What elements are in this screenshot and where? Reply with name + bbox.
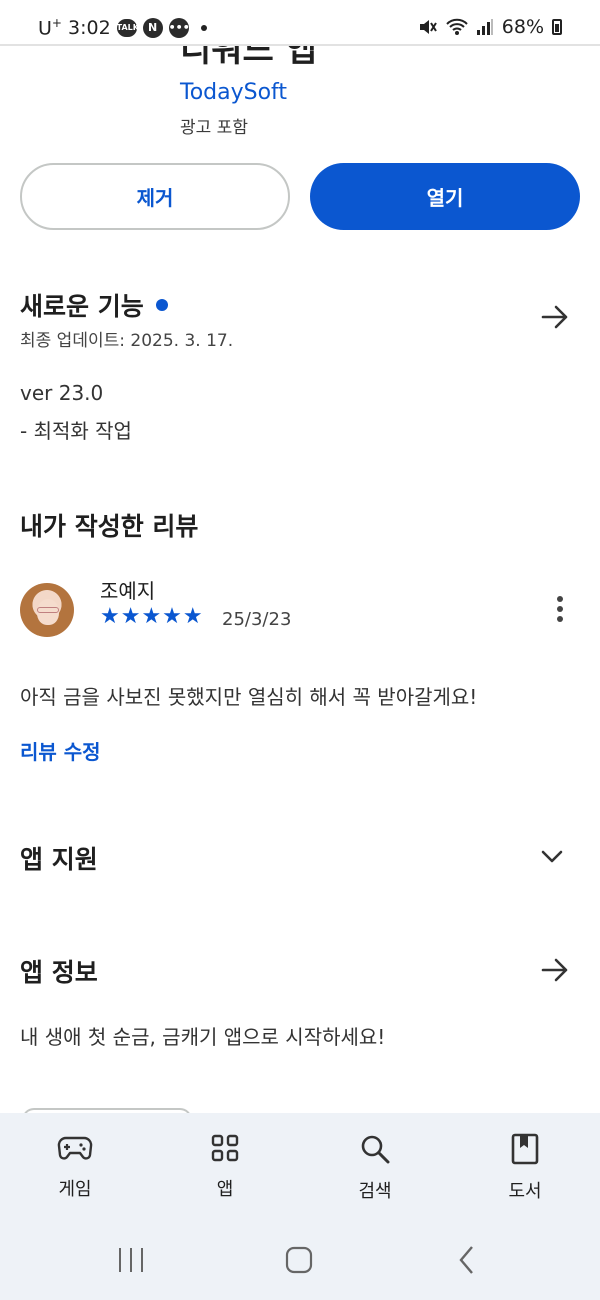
status-left: U+ 3:02 TALK N •••	[38, 16, 207, 39]
remove-button[interactable]: 제거	[20, 163, 290, 230]
whats-new-title: 새로운 기능	[20, 292, 144, 321]
nav-books-label: 도서	[508, 1181, 542, 1202]
about-description: 내 생애 첫 순금, 금캐기 앱으로 시작하세요!	[20, 1025, 386, 1049]
back-icon[interactable]	[459, 1246, 473, 1274]
more-options-icon[interactable]	[556, 596, 564, 626]
open-button[interactable]: 열기	[310, 163, 580, 230]
system-nav-bar	[119, 1246, 473, 1274]
wifi-icon	[446, 18, 468, 35]
mute-icon	[419, 20, 437, 34]
reviewer-name: 조예지	[100, 579, 156, 603]
carrier-label: U+	[38, 16, 62, 39]
star-rating: ★★★★★	[100, 604, 204, 629]
gamepad-icon	[57, 1136, 93, 1160]
signal-icon	[476, 19, 493, 35]
recent-apps-icon[interactable]	[119, 1248, 143, 1272]
carrier-sup: +	[51, 16, 62, 30]
message-icon: •••	[168, 17, 190, 38]
my-review-title: 내가 작성한 리뷰	[20, 512, 199, 541]
naver-icon: N	[142, 17, 163, 38]
about-app-title[interactable]: 앱 정보	[20, 953, 98, 989]
home-icon[interactable]	[285, 1246, 313, 1274]
battery-percent: 68%	[501, 16, 544, 38]
update-note: - 최적화 작업	[20, 419, 132, 443]
carrier-name: U	[38, 17, 52, 40]
nav-games[interactable]: 게임	[15, 1133, 135, 1201]
battery-icon	[552, 19, 562, 35]
status-bar: U+ 3:02 TALK N ••• 68%	[0, 0, 600, 46]
developer-link[interactable]: TodaySoft	[180, 80, 287, 105]
apps-grid-icon	[211, 1134, 239, 1162]
last-updated: 최종 업데이트: 2025. 3. 17.	[20, 331, 234, 351]
status-right: 68%	[418, 16, 562, 38]
review-text: 아직 금을 사보진 못했지만 열심히 해서 꼭 받아갈게요!	[20, 685, 478, 709]
more-notifications-dot	[200, 24, 207, 31]
new-indicator-dot	[155, 299, 168, 311]
nav-search-label: 검색	[358, 1181, 392, 1202]
whats-new-arrow-icon[interactable]	[540, 302, 570, 332]
review-date: 25/3/23	[222, 609, 292, 630]
edit-review-link[interactable]: 리뷰 수정	[20, 736, 101, 765]
nav-games-label: 게임	[58, 1179, 92, 1200]
nav-apps[interactable]: 앱	[165, 1133, 285, 1201]
about-arrow-icon[interactable]	[540, 955, 570, 985]
search-icon	[361, 1135, 390, 1164]
ads-label: 광고 포함	[180, 118, 248, 138]
avatar	[20, 583, 74, 637]
app-support-title[interactable]: 앱 지원	[20, 840, 98, 876]
nav-apps-label: 앱	[216, 1179, 234, 1200]
avatar-glasses	[37, 607, 59, 613]
nav-books[interactable]: 도서	[465, 1133, 585, 1203]
whats-new-header[interactable]: 새로운 기능	[20, 287, 168, 323]
book-icon	[511, 1133, 539, 1165]
nav-search[interactable]: 검색	[315, 1133, 435, 1203]
chevron-down-icon[interactable]	[540, 844, 564, 868]
talk-icon: TALK	[116, 18, 139, 37]
version-text: ver 23.0	[20, 381, 104, 405]
status-time: 3:02	[67, 16, 111, 39]
